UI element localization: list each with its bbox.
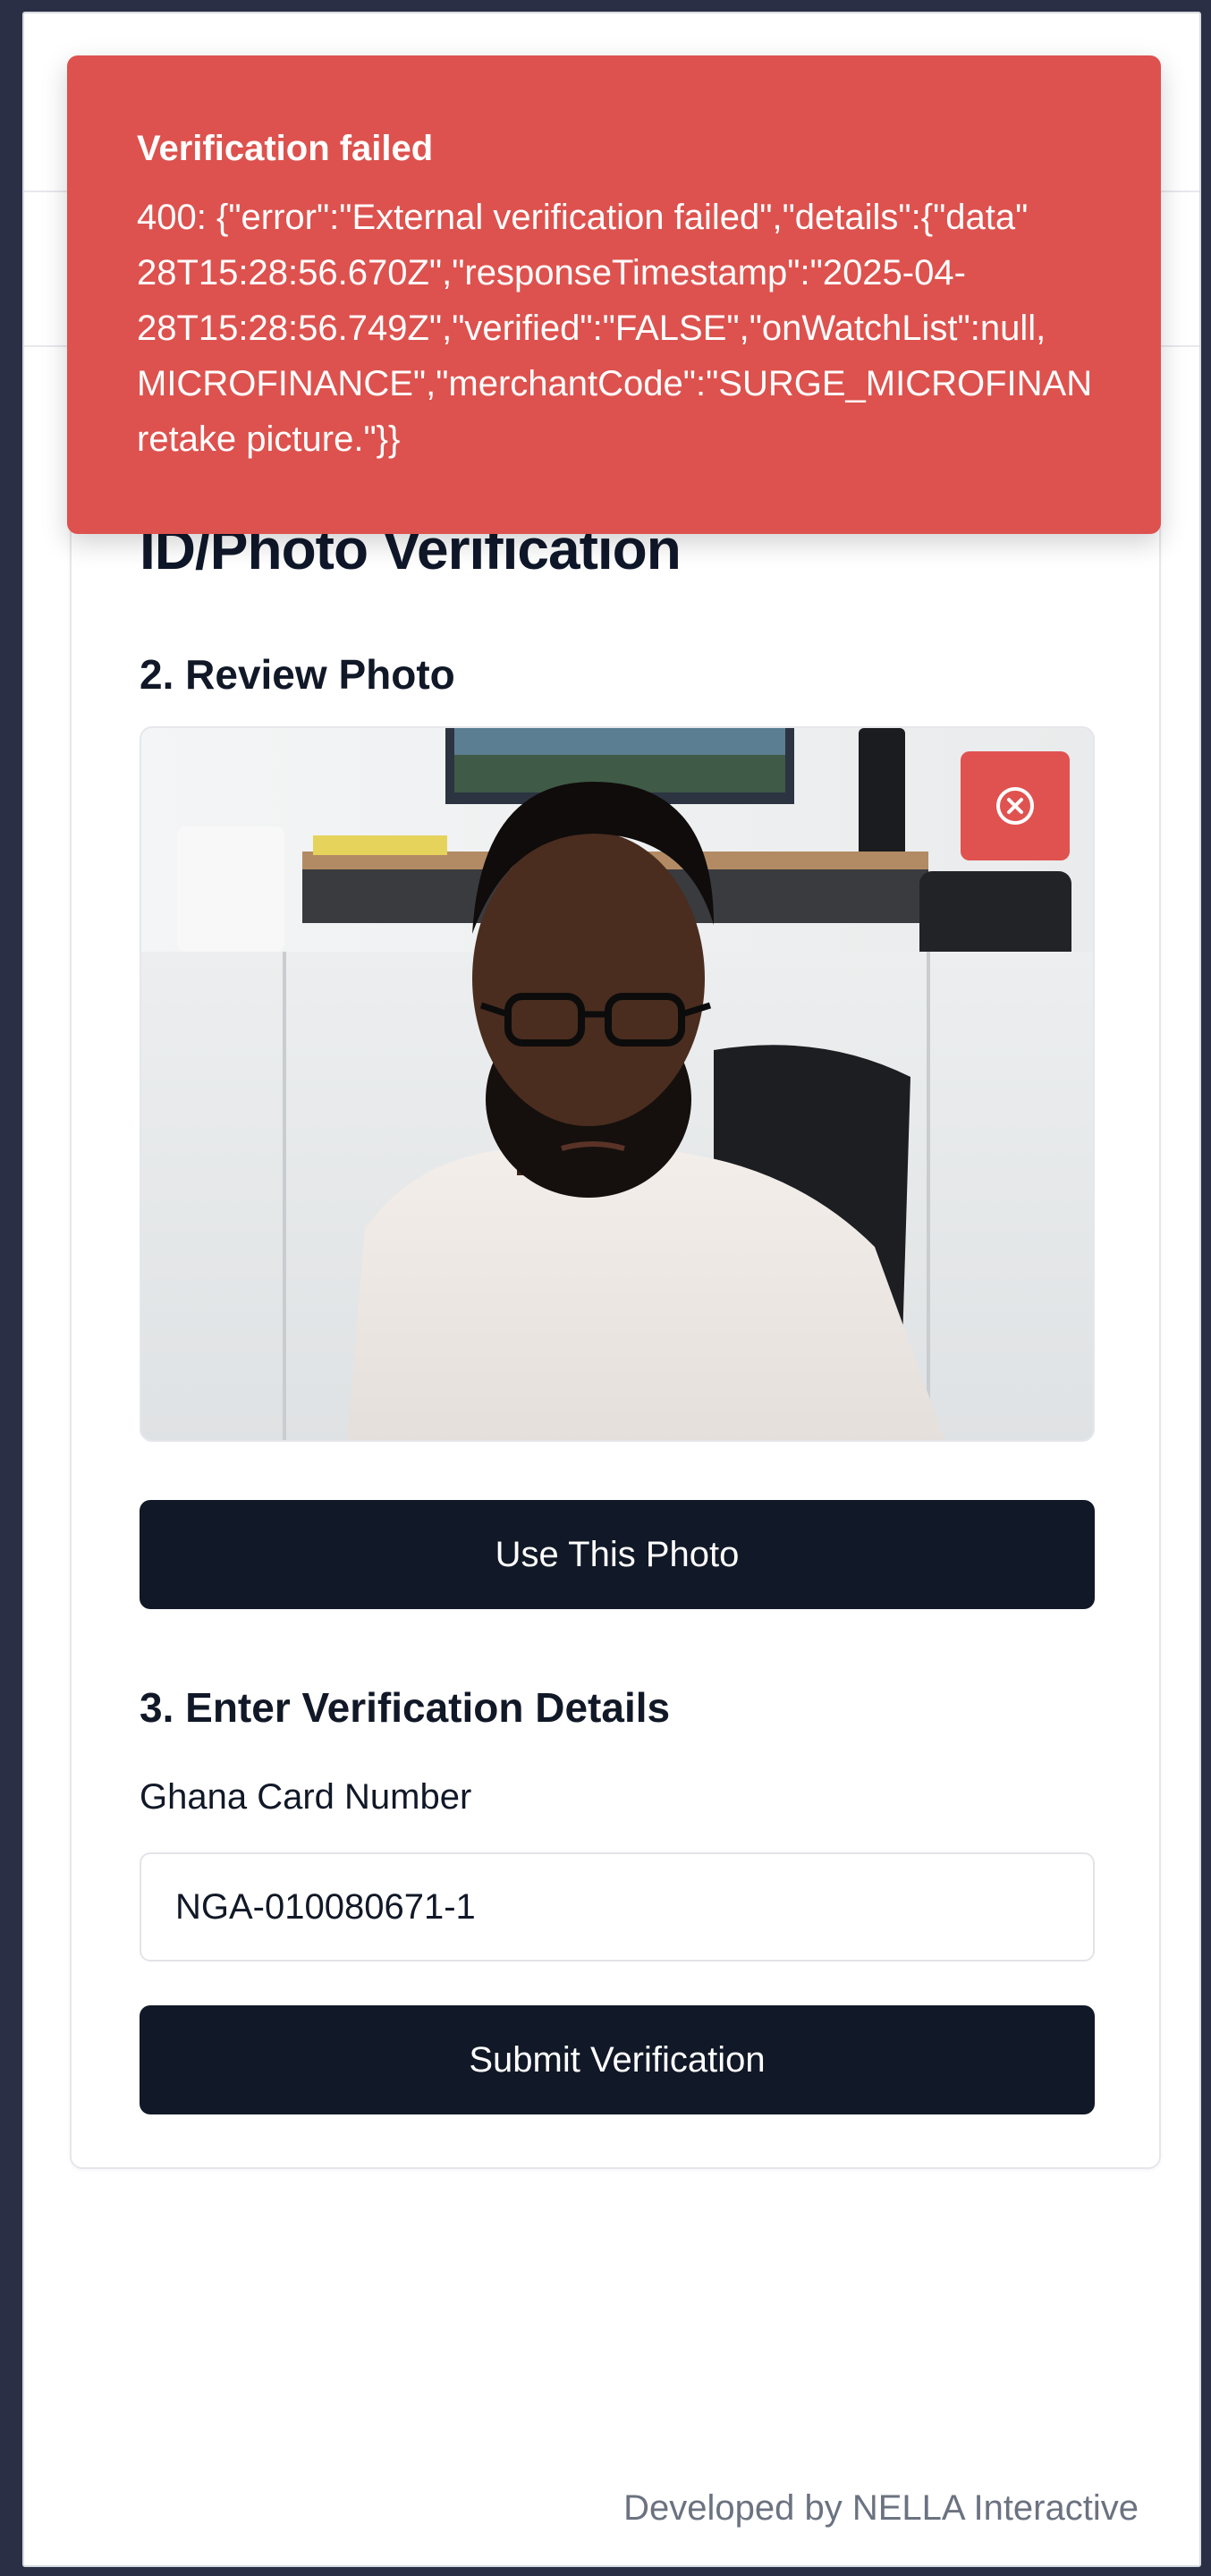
photo-image xyxy=(141,728,1093,1440)
toast-message: 400: {"error":"External verification fai… xyxy=(137,198,1093,459)
captured-photo xyxy=(140,726,1095,1442)
ghana-card-label: Ghana Card Number xyxy=(140,1777,472,1817)
circle-x-icon xyxy=(996,787,1034,825)
use-photo-button[interactable]: Use This Photo xyxy=(140,1500,1095,1609)
submit-verification-button[interactable]: Submit Verification xyxy=(140,2005,1095,2114)
footer-credit: Developed by NELLA Interactive xyxy=(623,2488,1139,2528)
verification-details-heading: 3. Enter Verification Details xyxy=(140,1684,671,1731)
remove-photo-button[interactable] xyxy=(961,751,1070,860)
ghana-card-input[interactable] xyxy=(140,1852,1095,1962)
toast-title: Verification failed xyxy=(137,129,434,168)
error-toast: Verification failed 400: {"error":"Exter… xyxy=(67,55,1161,534)
verification-card: ID/Photo Verification 2. Review Photo Us… xyxy=(70,389,1161,2169)
review-photo-heading: 2. Review Photo xyxy=(140,651,455,698)
